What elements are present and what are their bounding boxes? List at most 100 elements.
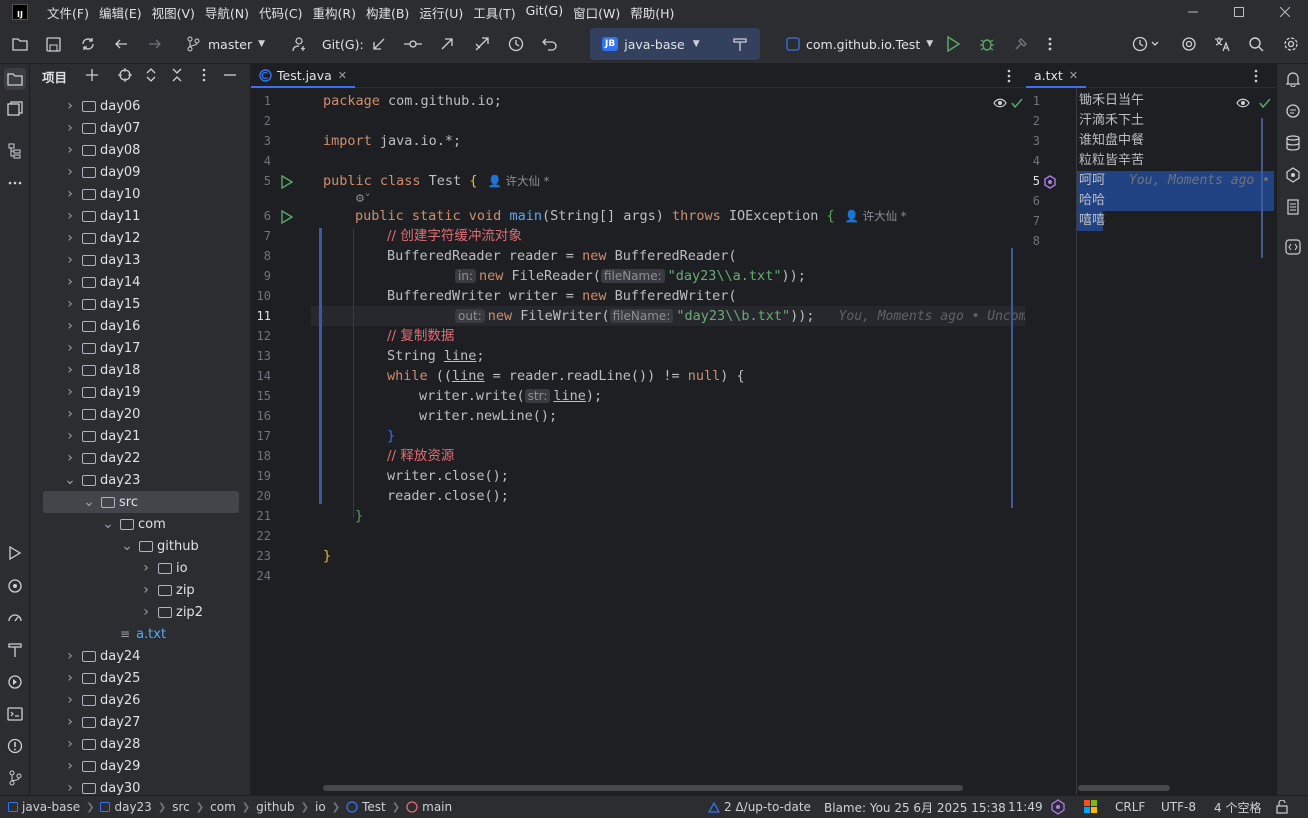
chevron-right-icon[interactable]: › — [64, 384, 76, 400]
menu-git[interactable]: Git(G) — [521, 3, 569, 22]
run-tool-icon[interactable] — [6, 544, 24, 562]
tree-folder[interactable]: › day26 — [30, 689, 250, 711]
collapse-all-icon[interactable] — [172, 68, 182, 82]
tree-folder[interactable]: › day10 — [30, 183, 250, 205]
problems-tool-icon[interactable] — [6, 737, 24, 755]
chevron-right-icon[interactable]: › — [64, 230, 76, 246]
ai-status-icon[interactable] — [1050, 799, 1066, 815]
run-gutter-icon[interactable] — [281, 175, 293, 189]
hide-panel-icon[interactable] — [224, 68, 236, 82]
chevron-right-icon[interactable]: › — [64, 780, 76, 795]
ai-assistant-icon[interactable] — [1284, 166, 1302, 184]
maven-icon[interactable] — [1284, 198, 1302, 216]
tree-folder[interactable]: › zip — [30, 579, 250, 601]
tree-folder[interactable]: › day27 — [30, 711, 250, 733]
no-problems-check-icon[interactable] — [1259, 98, 1271, 108]
sync-icon[interactable] — [80, 24, 96, 64]
author-inlay[interactable]: 👤 许大仙 * — [845, 209, 907, 223]
git-update-icon[interactable] — [372, 24, 386, 64]
database-icon[interactable] — [1284, 134, 1302, 152]
horizontal-scrollbar[interactable] — [1078, 785, 1170, 791]
add-icon[interactable] — [85, 68, 99, 82]
file-encoding[interactable]: UTF-8 — [1161, 800, 1196, 814]
close-tab-icon[interactable]: ✕ — [1069, 69, 1078, 82]
tree-folder[interactable]: › day07 — [30, 117, 250, 139]
menu-build[interactable]: 构建(B) — [361, 3, 414, 22]
reader-mode-eye-icon[interactable] — [1236, 98, 1250, 108]
tree-folder[interactable]: ⌄ com — [30, 513, 250, 535]
close-icon[interactable] — [1262, 0, 1308, 24]
chevron-down-icon[interactable]: ⌄ — [83, 494, 95, 510]
chevron-right-icon[interactable]: › — [140, 560, 152, 576]
git-push-icon[interactable] — [440, 24, 454, 64]
cursor-position[interactable]: 11:49 — [1008, 800, 1043, 814]
build-icon[interactable] — [1013, 24, 1029, 64]
line-separator[interactable]: CRLF — [1115, 800, 1145, 814]
vcs-status[interactable]: 2 Δ/up-to-date — [708, 800, 811, 814]
breadcrumb-module[interactable]: day23 — [114, 800, 151, 814]
tree-folder[interactable]: › day14 — [30, 271, 250, 293]
tab-options-icon[interactable] — [1254, 69, 1258, 83]
author-inlay[interactable]: 👤 许大仙 * — [487, 174, 549, 188]
chevron-right-icon[interactable]: › — [64, 274, 76, 290]
chevron-right-icon[interactable]: › — [140, 582, 152, 598]
indent-setting[interactable]: 4 个空格 — [1214, 799, 1261, 816]
chevron-right-icon[interactable]: › — [64, 450, 76, 466]
run-gutter-icon[interactable] — [281, 210, 293, 224]
back-icon[interactable] — [114, 24, 128, 64]
chevron-right-icon[interactable]: › — [64, 296, 76, 312]
translate-icon[interactable] — [1214, 24, 1230, 64]
git-merge-icon[interactable] — [474, 24, 490, 64]
profiler-tool-icon[interactable] — [6, 609, 24, 627]
tree-folder[interactable]: › day11 — [30, 205, 250, 227]
chevron-right-icon[interactable]: › — [64, 186, 76, 202]
blame-status[interactable]: Blame: You 25 6月 2025 15:38 — [824, 799, 1006, 816]
chevron-right-icon[interactable]: › — [64, 692, 76, 708]
rollback-icon[interactable] — [542, 24, 558, 64]
tree-folder[interactable]: ⌄ github — [30, 535, 250, 557]
menu-help[interactable]: 帮助(H) — [625, 3, 679, 22]
breadcrumb-com[interactable]: com — [210, 800, 236, 814]
services-tool-icon[interactable] — [6, 577, 24, 595]
ai-spiral-icon[interactable] — [1181, 24, 1197, 64]
no-problems-check-icon[interactable] — [1011, 98, 1023, 108]
horizontal-scrollbar[interactable] — [323, 785, 963, 791]
tree-folder[interactable]: ⌄ src — [43, 491, 239, 513]
breadcrumb-project[interactable]: java-base — [22, 800, 80, 814]
chevron-right-icon[interactable]: › — [64, 406, 76, 422]
save-icon[interactable] — [46, 24, 61, 64]
menu-view[interactable]: 视图(V) — [147, 3, 200, 22]
more-horizontal-icon[interactable] — [6, 174, 24, 192]
git-user-icon[interactable] — [292, 24, 308, 64]
build-hammer-icon[interactable] — [732, 24, 748, 64]
chevron-right-icon[interactable]: › — [64, 98, 76, 114]
intellij-logo-icon[interactable]: IJ — [12, 4, 28, 20]
tab-a-txt[interactable]: a.txt ✕ — [1026, 64, 1087, 88]
tree-folder[interactable]: › day13 — [30, 249, 250, 271]
close-tab-icon[interactable]: ✕ — [338, 69, 347, 82]
chevron-right-icon[interactable]: › — [64, 758, 76, 774]
breadcrumb-src[interactable]: src — [172, 800, 190, 814]
locate-icon[interactable] — [118, 68, 132, 82]
tab-options-icon[interactable] — [1007, 69, 1011, 83]
minimize-icon[interactable] — [1170, 0, 1216, 24]
tree-folder[interactable]: › day18 — [30, 359, 250, 381]
git-commit-icon[interactable] — [404, 24, 422, 64]
commit-tool-icon[interactable] — [6, 100, 24, 118]
tab-test-java[interactable]: Test.java ✕ — [251, 64, 355, 88]
git-tool-icon[interactable] — [6, 769, 24, 787]
ai-chat-icon[interactable] — [1284, 102, 1302, 120]
reader-mode-eye-icon[interactable] — [993, 98, 1007, 108]
chevron-right-icon[interactable]: › — [64, 714, 76, 730]
tree-folder[interactable]: › day12 — [30, 227, 250, 249]
tree-folder[interactable]: › day06 — [30, 95, 250, 117]
chevron-right-icon[interactable]: › — [64, 120, 76, 136]
tree-folder[interactable]: › day28 — [30, 733, 250, 755]
expand-all-icon[interactable] — [146, 68, 156, 82]
debug-icon[interactable] — [979, 24, 995, 64]
code-with-me-icon[interactable] — [1132, 24, 1160, 64]
tree-folder[interactable]: › day08 — [30, 139, 250, 161]
menu-run[interactable]: 运行(U) — [414, 3, 468, 22]
chevron-right-icon[interactable]: › — [64, 736, 76, 752]
chevron-right-icon[interactable]: › — [64, 362, 76, 378]
